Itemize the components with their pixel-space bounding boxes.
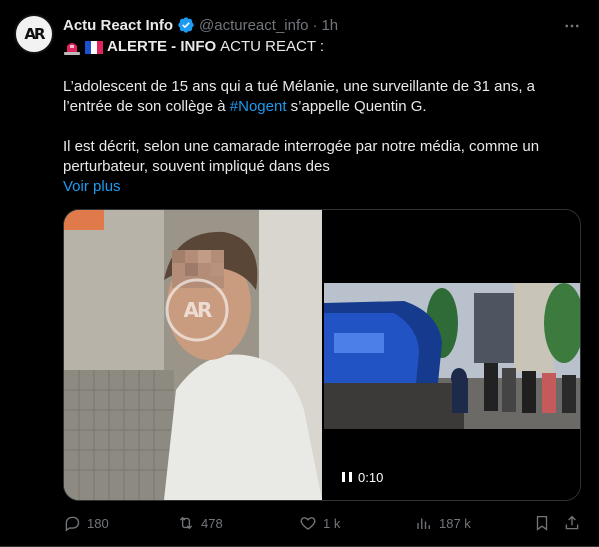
repost-button[interactable]: 478: [177, 512, 223, 534]
avatar[interactable]: AR: [14, 14, 54, 54]
tweet-text-line: perturbateur, souvent impliqué dans des: [63, 158, 330, 175]
video-timer[interactable]: 0:10: [336, 466, 389, 488]
share-icon: [565, 515, 579, 530]
pause-icon[interactable]: [342, 472, 352, 482]
video-frame: [324, 283, 580, 429]
reply-count: 180: [87, 515, 109, 531]
alert-label: ALERTE - INFO: [107, 38, 217, 55]
siren-emoji-icon: [64, 43, 80, 55]
tweet-text-line: l’entrée de son collège à #Nogent s’appe…: [63, 97, 583, 117]
author-name[interactable]: Actu React Info: [63, 17, 173, 34]
video-attachment[interactable]: 0:10: [324, 210, 580, 500]
views-chart-icon: [417, 518, 430, 529]
tweet-text-line: L’adolescent de 15 ans qui a tué Mélanie…: [63, 78, 536, 95]
video-image: [324, 283, 580, 429]
reply-icon: [65, 516, 80, 532]
media-grid: AR 0:10: [63, 209, 581, 501]
action-bar: 180 478 1 k 187 k: [63, 512, 583, 534]
france-flag-icon: [85, 40, 103, 54]
views-button[interactable]: 187 k: [415, 512, 471, 534]
separator-dot: ·: [312, 16, 318, 34]
reply-button[interactable]: 180: [63, 512, 109, 534]
verified-badge-icon: [178, 17, 194, 33]
more-horizontal-icon[interactable]: [562, 16, 582, 36]
photo-attachment[interactable]: AR: [64, 210, 322, 500]
repost-icon: [179, 516, 193, 530]
watermark-logo: [165, 278, 229, 342]
bookmark-icon: [536, 515, 548, 531]
bookmark-button[interactable]: [533, 512, 557, 534]
avatar-logo: AR: [24, 25, 45, 43]
tweet-time[interactable]: 1h: [321, 17, 338, 34]
tweet-text-fragment: s’appelle Quentin G.: [286, 98, 427, 115]
repost-count: 478: [201, 515, 223, 531]
alert-source: ACTU REACT :: [220, 38, 325, 55]
tweet-text-line: Il est décrit, selon une camarade interr…: [63, 138, 540, 155]
like-count: 1 k: [323, 515, 341, 531]
show-more-link[interactable]: Voir plus: [63, 177, 583, 197]
views-count: 187 k: [439, 515, 471, 531]
author-handle[interactable]: @actureact_info: [199, 17, 308, 34]
tweet[interactable]: AR Actu React Info @actureact_info · 1h …: [0, 0, 599, 547]
like-button[interactable]: 1 k: [299, 512, 340, 534]
share-button[interactable]: [563, 512, 587, 534]
heart-icon: [300, 517, 316, 530]
watermark-text: AR: [183, 298, 213, 322]
alert-line: ALERTE - INFO ACTU REACT :: [63, 37, 583, 57]
tweet-header: Actu React Info @actureact_info · 1h: [63, 14, 338, 36]
hashtag-link[interactable]: #Nogent: [230, 98, 287, 115]
tweet-text-fragment: l’entrée de son collège à: [63, 98, 230, 115]
video-duration: 0:10: [358, 469, 384, 485]
